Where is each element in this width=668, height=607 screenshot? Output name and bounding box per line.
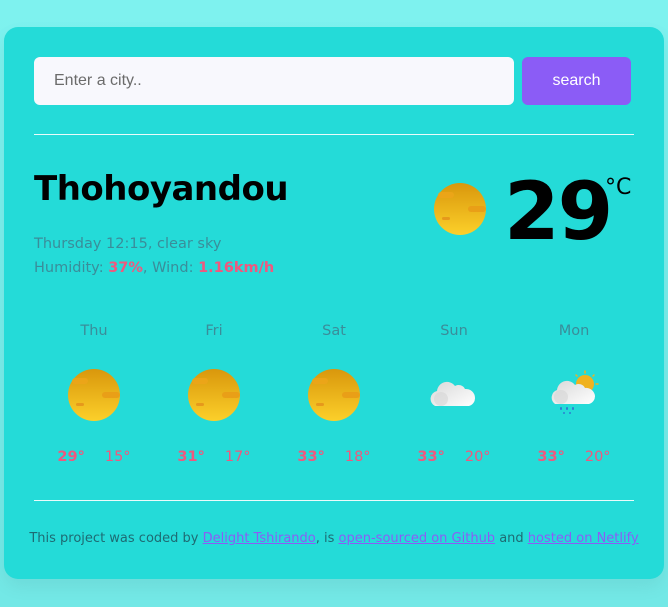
sun-icon [67,368,121,422]
forecast-max-temp: 31° [177,449,205,465]
forecast-day-name: Fri [205,323,223,339]
forecast-min-temp: 20° [464,449,491,465]
wind-value: 1.16km/h [198,260,275,276]
cloud-icon [427,368,481,422]
forecast-list: Thu 29° 15° Fri 31° 17° Sat 33° 18° Sun 33°… [34,323,634,473]
forecast-min-temp: 18° [344,449,371,465]
humidity-wind: Humidity: 37%, Wind: 1.16km/h [34,256,274,280]
footer-text: , is [315,531,339,546]
forecast-min-temp: 15° [104,449,131,465]
forecast-day: Mon 33° 20° [514,323,634,473]
forecast-min-temp: 20° [584,449,611,465]
humidity-label: Humidity: [34,260,109,276]
humidity-value: 37% [108,260,143,276]
forecast-day-name: Mon [558,323,590,339]
forecast-day-name: Thu [80,323,108,339]
forecast-max-temp: 33° [537,449,565,465]
bottom-divider [34,500,634,501]
temperature-unit: °C [605,175,632,200]
city-search-input[interactable] [34,57,514,105]
github-link[interactable]: open-sourced on Github [339,531,496,546]
city-name: Thohoyandou [34,169,289,209]
forecast-min-temp: 17° [224,449,251,465]
sun-icon [307,368,361,422]
footer: This project was coded by Delight Tshira… [4,531,664,546]
search-form: search [34,57,632,105]
rain-sun-cloud-icon [547,368,601,422]
forecast-day: Fri 31° 17° [154,323,274,473]
forecast-max-temp: 33° [417,449,445,465]
date-description: Thursday 12:15, clear sky [34,236,222,252]
forecast-max-temp: 33° [297,449,325,465]
forecast-max-temp: 29° [57,449,85,465]
weather-card: search Thohoyandou Thursday 12:15, clear… [4,27,664,579]
forecast-day: Sun 33° 20° [394,323,514,473]
footer-text: and [495,531,528,546]
netlify-link[interactable]: hosted on Netlify [528,531,639,546]
forecast-day: Sat 33° 18° [274,323,394,473]
clear-sky-sun-icon [433,182,487,236]
current-details: Thursday 12:15, clear sky Humidity: 37%,… [34,232,274,280]
search-button[interactable]: search [522,57,631,105]
wind-label: , Wind: [142,260,199,276]
top-divider [34,134,634,135]
forecast-day: Thu 29° 15° [34,323,154,473]
footer-prefix: This project was coded by [29,531,203,546]
forecast-day-name: Sun [440,323,468,339]
sun-icon [187,368,241,422]
author-link[interactable]: Delight Tshirando [203,531,316,546]
current-temperature: 29 [504,165,613,258]
forecast-day-name: Sat [322,323,346,339]
